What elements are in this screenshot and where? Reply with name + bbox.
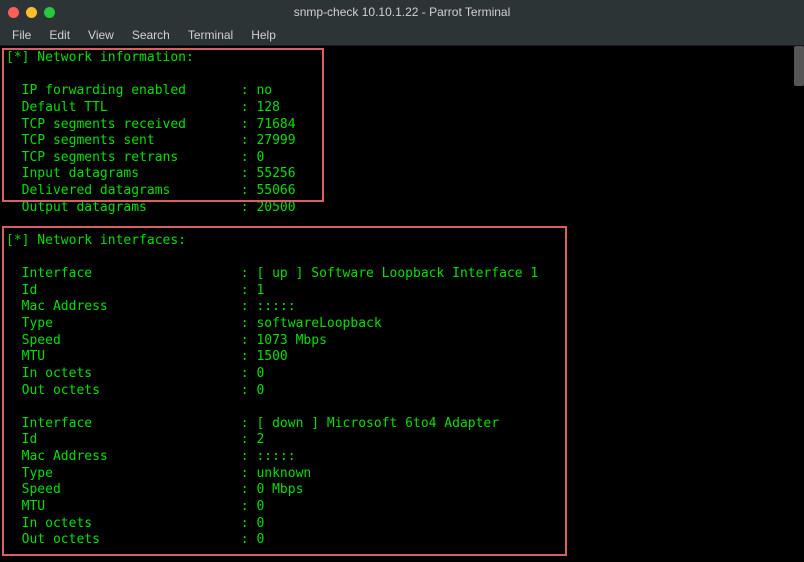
window-controls bbox=[8, 7, 55, 18]
interface-row: Id : 2 bbox=[6, 432, 798, 449]
net-info-row: Delivered datagrams : 55066 bbox=[6, 183, 798, 200]
menu-view[interactable]: View bbox=[80, 26, 122, 44]
menu-file[interactable]: File bbox=[4, 26, 39, 44]
menu-terminal[interactable]: Terminal bbox=[180, 26, 241, 44]
minimize-icon[interactable] bbox=[26, 7, 37, 18]
interface-row: Type : softwareLoopback bbox=[6, 316, 798, 333]
interface-row: Type : unknown bbox=[6, 466, 798, 483]
menu-edit[interactable]: Edit bbox=[41, 26, 78, 44]
menu-help[interactable]: Help bbox=[243, 26, 284, 44]
window-title: snmp-check 10.10.1.22 - Parrot Terminal bbox=[0, 5, 804, 19]
net-info-row: Default TTL : 128 bbox=[6, 100, 798, 117]
maximize-icon[interactable] bbox=[44, 7, 55, 18]
interface-row: Mac Address : ::::: bbox=[6, 299, 798, 316]
section-header-network-interfaces: [*] Network interfaces: bbox=[6, 233, 798, 250]
section-header-network-info: [*] Network information: bbox=[6, 50, 798, 67]
blank-line bbox=[6, 67, 798, 84]
net-info-row: TCP segments retrans : 0 bbox=[6, 150, 798, 167]
interface-row: Out octets : 0 bbox=[6, 383, 798, 400]
interface-row: MTU : 1500 bbox=[6, 349, 798, 366]
scrollbar-thumb[interactable] bbox=[794, 46, 804, 86]
interface-row: Mac Address : ::::: bbox=[6, 449, 798, 466]
net-info-row: TCP segments received : 71684 bbox=[6, 117, 798, 134]
blank-line bbox=[6, 216, 798, 233]
interface-row: Id : 1 bbox=[6, 283, 798, 300]
net-info-row: TCP segments sent : 27999 bbox=[6, 133, 798, 150]
menubar: File Edit View Search Terminal Help bbox=[0, 24, 804, 46]
net-info-row: Input datagrams : 55256 bbox=[6, 166, 798, 183]
close-icon[interactable] bbox=[8, 7, 19, 18]
net-info-row: IP forwarding enabled : no bbox=[6, 83, 798, 100]
net-info-row: Output datagrams : 20500 bbox=[6, 200, 798, 217]
menu-search[interactable]: Search bbox=[124, 26, 178, 44]
interface-row: Interface : [ up ] Software Loopback Int… bbox=[6, 266, 798, 283]
terminal-output[interactable]: [*] Network information: IP forwarding e… bbox=[0, 46, 804, 562]
interface-row: Speed : 1073 Mbps bbox=[6, 333, 798, 350]
interface-row: In octets : 0 bbox=[6, 366, 798, 383]
titlebar: snmp-check 10.10.1.22 - Parrot Terminal bbox=[0, 0, 804, 24]
interface-row: MTU : 0 bbox=[6, 499, 798, 516]
blank-line bbox=[6, 250, 798, 267]
interface-row: Speed : 0 Mbps bbox=[6, 482, 798, 499]
interface-row: Out octets : 0 bbox=[6, 532, 798, 549]
blank-line bbox=[6, 399, 798, 416]
interface-row: Interface : [ down ] Microsoft 6to4 Adap… bbox=[6, 416, 798, 433]
interface-row: In octets : 0 bbox=[6, 516, 798, 533]
